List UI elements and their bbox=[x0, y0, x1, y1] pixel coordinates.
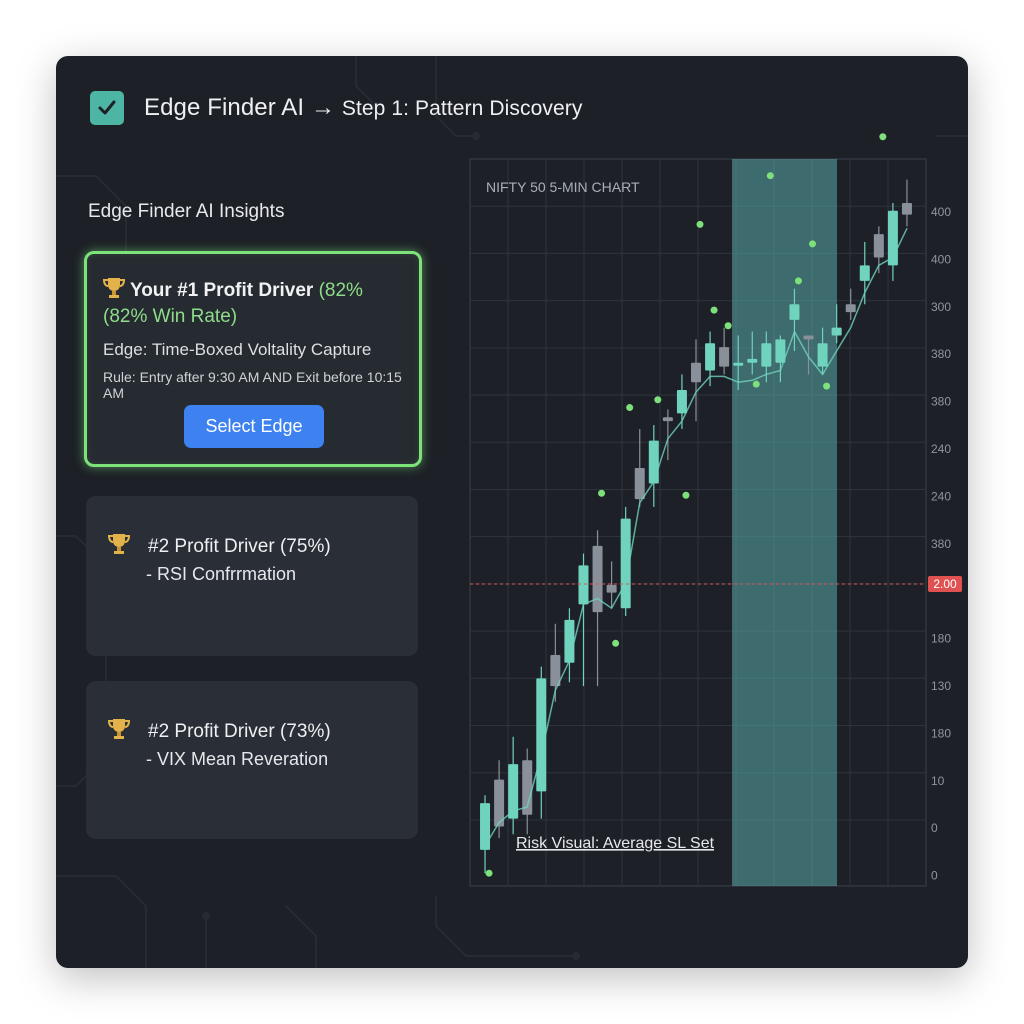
risk-annotation[interactable]: Risk Visual: Average SL Set bbox=[516, 835, 715, 852]
nifty-candlestick-chart[interactable]: NIFTY 50 5-MIN CHART 2.00 400 400 300 380 38… bbox=[56, 56, 968, 968]
signal-dot bbox=[485, 869, 493, 877]
candle bbox=[803, 335, 814, 340]
candle bbox=[719, 347, 730, 367]
candle bbox=[536, 678, 547, 792]
candle bbox=[761, 343, 772, 367]
y-tick-label: 0 bbox=[931, 821, 938, 835]
candle bbox=[691, 362, 701, 383]
signal-dot bbox=[879, 133, 887, 141]
y-tick-label: 380 bbox=[931, 537, 951, 551]
candle bbox=[676, 390, 687, 414]
candle bbox=[859, 265, 870, 281]
y-tick-label: 400 bbox=[931, 205, 951, 219]
signal-dot bbox=[724, 322, 732, 330]
candle bbox=[662, 417, 673, 422]
signal-dot bbox=[752, 380, 760, 388]
candle bbox=[606, 584, 617, 593]
candle bbox=[705, 343, 716, 371]
signal-dot bbox=[598, 489, 606, 497]
candle bbox=[634, 467, 645, 500]
signal-dot bbox=[710, 306, 718, 314]
signal-dot bbox=[809, 240, 817, 248]
y-tick-label: 240 bbox=[931, 442, 951, 456]
y-tick-label: 180 bbox=[931, 632, 951, 646]
signal-dot bbox=[794, 277, 802, 285]
signal-dot bbox=[682, 491, 690, 499]
signal-dot bbox=[654, 396, 662, 404]
signal-dot bbox=[626, 404, 634, 412]
candle bbox=[873, 234, 884, 258]
candle bbox=[648, 440, 659, 484]
y-tick-label: 180 bbox=[931, 726, 951, 740]
y-tick-label: 0 bbox=[931, 869, 938, 883]
app-window: Edge Finder AI → Step 1: Pattern Discove… bbox=[56, 56, 968, 968]
candle bbox=[831, 327, 842, 336]
candle bbox=[789, 304, 800, 320]
y-tick-label: 130 bbox=[931, 679, 951, 693]
signal-dot bbox=[696, 220, 704, 228]
y-tick-label: 380 bbox=[931, 347, 951, 361]
chart-title: NIFTY 50 5-MIN CHART bbox=[486, 179, 640, 195]
candle bbox=[564, 619, 575, 663]
y-tick-label: 300 bbox=[931, 300, 951, 314]
candle bbox=[845, 304, 856, 313]
y-axis: 400 400 300 380 380 240 240 380 180 130 180 10 0 0 bbox=[931, 205, 951, 883]
y-tick-label: 380 bbox=[931, 395, 951, 409]
y-tick-label: 400 bbox=[931, 252, 951, 266]
highlight-band bbox=[732, 159, 837, 886]
candle bbox=[901, 202, 912, 215]
candle bbox=[592, 545, 603, 613]
y-tick-label: 10 bbox=[931, 774, 945, 788]
candle bbox=[747, 358, 758, 363]
y-tick-label: 240 bbox=[931, 489, 951, 503]
price-marker-label: 2.00 bbox=[933, 577, 957, 591]
candle bbox=[578, 565, 589, 605]
candle bbox=[733, 362, 744, 366]
signal-dot bbox=[766, 172, 774, 180]
candle bbox=[480, 803, 491, 850]
signal-dot bbox=[612, 639, 620, 647]
candles-group bbox=[480, 179, 912, 874]
candle bbox=[817, 343, 828, 367]
signal-dot bbox=[823, 382, 831, 390]
